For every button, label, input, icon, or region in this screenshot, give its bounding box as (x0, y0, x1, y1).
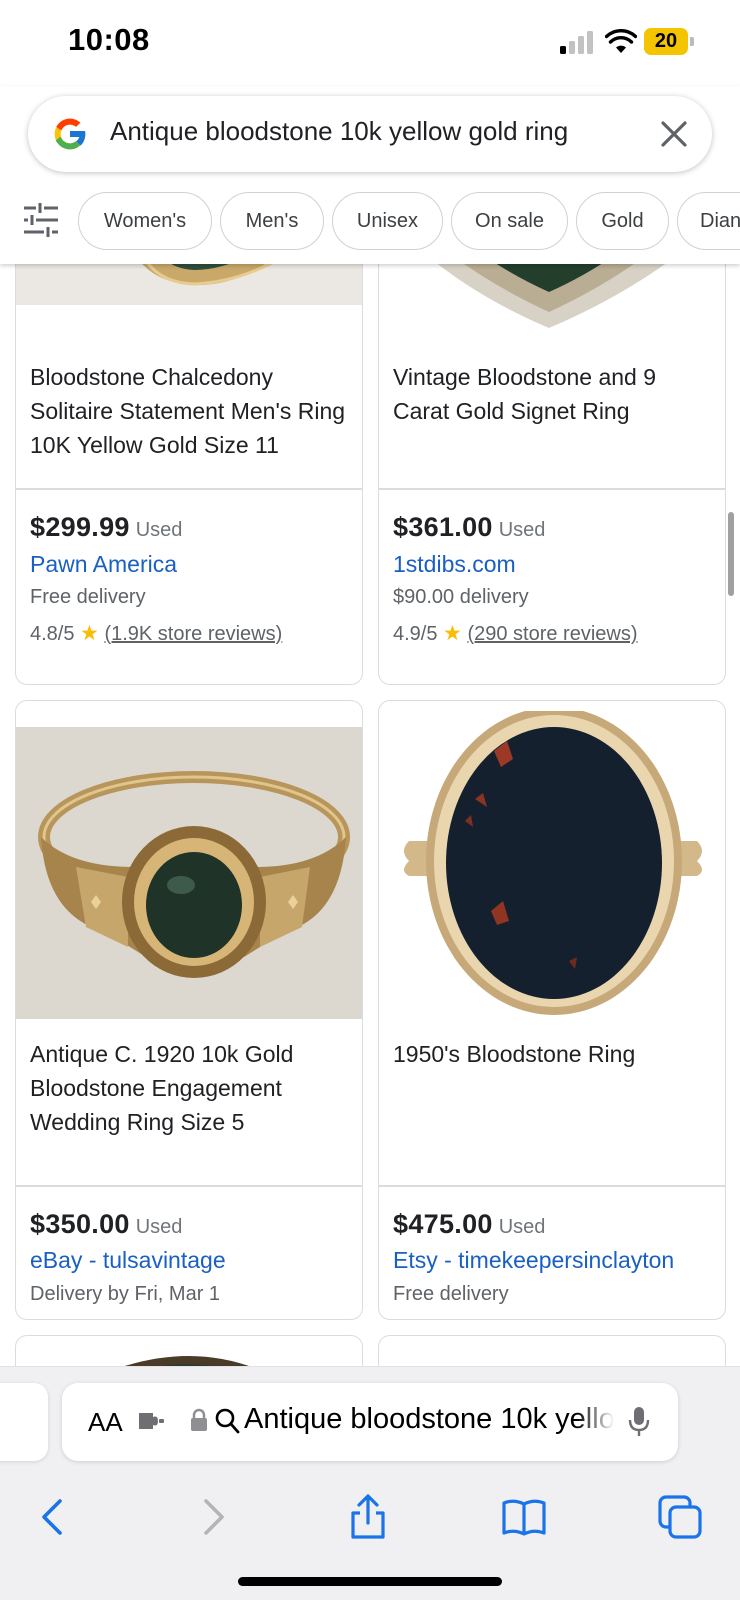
search-box[interactable]: Antique bloodstone 10k yellow gold ring (28, 96, 712, 172)
reader-options-button[interactable]: AA (88, 1407, 123, 1438)
home-indicator[interactable] (238, 1577, 502, 1586)
chip-on-sale[interactable]: On sale (451, 192, 568, 250)
rating-value: 4.9/5 (393, 623, 438, 645)
search-icon (215, 1408, 240, 1434)
shipping-info: Free delivery (393, 1283, 509, 1305)
tabs-button[interactable] (656, 1493, 704, 1541)
shipping-info: Free delivery (30, 586, 146, 608)
battery-icon: 20 (644, 28, 694, 55)
store-rating: 4.8/5 ★ (1.9K store reviews) (30, 621, 282, 646)
previous-tab-preview[interactable] (0, 1383, 48, 1461)
product-card[interactable]: Vintage Bloodstone and 9 Carat Gold Sign… (378, 230, 726, 685)
store-reviews-link[interactable]: (1.9K store reviews) (104, 623, 282, 645)
product-price: $299.99 (30, 512, 130, 542)
store-link[interactable]: Pawn America (30, 551, 177, 578)
status-time: 10:08 (68, 22, 150, 57)
clear-search-icon[interactable] (656, 116, 692, 152)
back-button[interactable] (30, 1493, 78, 1541)
filter-chips-row: Women's Men's Unisex On sale Gold Dian (0, 190, 740, 250)
product-image (16, 727, 362, 1019)
chip-diamond[interactable]: Dian (677, 192, 740, 250)
rating-value: 4.8/5 (30, 623, 75, 645)
product-price: $361.00 (393, 512, 493, 542)
safari-toolbar: AA Antique bloodstone 10k yellow gold ri… (0, 1366, 740, 1600)
shipping-info: Delivery by Fri, Mar 1 (30, 1283, 221, 1305)
product-image (379, 711, 725, 1021)
address-bar-text[interactable]: Antique bloodstone 10k yellow gold ring (244, 1403, 614, 1436)
bookmarks-button[interactable] (500, 1493, 548, 1541)
share-button[interactable] (344, 1493, 392, 1541)
product-title[interactable]: Antique C. 1920 10k Gold Bloodstone Enga… (30, 1037, 350, 1139)
product-card[interactable]: Bloodstone Chalcedony Solitaire Statemen… (15, 230, 363, 685)
google-logo-icon (54, 118, 87, 150)
chip-gold[interactable]: Gold (576, 192, 669, 250)
forward-button[interactable] (188, 1493, 236, 1541)
chip-unisex[interactable]: Unisex (332, 192, 443, 250)
safari-nav-bar (0, 1479, 740, 1559)
aa-label: AA (88, 1407, 123, 1437)
product-condition: Used (498, 1216, 546, 1238)
product-title[interactable]: 1950's Bloodstone Ring (393, 1037, 713, 1071)
filter-settings-icon[interactable] (22, 202, 60, 238)
chip-womens[interactable]: Women's (78, 192, 212, 250)
store-link[interactable]: 1stdibs.com (393, 551, 516, 578)
search-header: Antique bloodstone 10k yellow gold ring … (0, 86, 740, 264)
search-query-text[interactable]: Antique bloodstone 10k yellow gold ring (110, 116, 638, 147)
chip-mens[interactable]: Men's (220, 192, 324, 250)
battery-level: 20 (654, 30, 678, 52)
wifi-icon (605, 29, 637, 53)
store-rating: 4.9/5 ★ (290 store reviews) (393, 621, 638, 646)
extensions-icon[interactable] (136, 1409, 166, 1433)
microphone-icon[interactable] (628, 1405, 650, 1439)
product-card[interactable]: Antique C. 1920 10k Gold Bloodstone Enga… (15, 700, 363, 1320)
product-condition: Used (135, 519, 183, 541)
product-title[interactable]: Bloodstone Chalcedony Solitaire Statemen… (30, 360, 350, 462)
product-title[interactable]: Vintage Bloodstone and 9 Carat Gold Sign… (393, 360, 713, 428)
product-price: $350.00 (30, 1209, 130, 1239)
product-price: $475.00 (393, 1209, 493, 1239)
product-condition: Used (135, 1216, 183, 1238)
product-condition: Used (498, 519, 546, 541)
scroll-indicator[interactable] (728, 512, 734, 596)
shipping-info: $90.00 delivery (393, 586, 529, 608)
store-link[interactable]: Etsy - timekeepersinclayton (393, 1247, 674, 1274)
address-bar[interactable]: AA Antique bloodstone 10k yellow gold ri… (62, 1383, 678, 1461)
star-icon: ★ (80, 622, 99, 645)
star-icon: ★ (443, 622, 462, 645)
lock-icon (191, 1408, 207, 1431)
store-reviews-link[interactable]: (290 store reviews) (467, 623, 637, 645)
cellular-signal-icon (560, 30, 596, 54)
status-bar: 10:08 20 (0, 0, 740, 86)
product-card[interactable]: 1950's Bloodstone Ring $475.00 Used Etsy … (378, 700, 726, 1320)
store-link[interactable]: eBay - tulsavintage (30, 1247, 226, 1274)
